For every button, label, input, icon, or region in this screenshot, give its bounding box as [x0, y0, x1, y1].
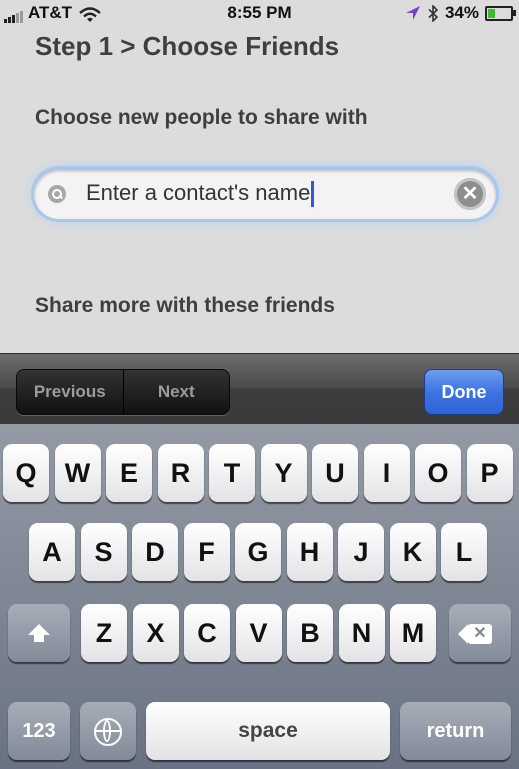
backspace-key[interactable]: ✕ — [449, 604, 511, 662]
keyboard: QWERTYUIOP ASDFGHJKL ✕ ZXCVBNM 123 space… — [0, 424, 519, 769]
keyboard-accessory-toolbar: Previous Next Done — [0, 353, 519, 424]
key-g[interactable]: G — [235, 523, 281, 581]
key-r[interactable]: R — [157, 444, 204, 502]
key-m[interactable]: M — [390, 604, 436, 662]
search-icon — [48, 185, 66, 203]
battery-percent: 34% — [444, 3, 479, 22]
key-h[interactable]: H — [286, 523, 333, 581]
key-l[interactable]: L — [441, 523, 487, 581]
contact-search-field[interactable]: Enter a contact's name ✕ — [34, 169, 496, 219]
key-b[interactable]: B — [287, 604, 333, 662]
key-i[interactable]: I — [363, 444, 410, 502]
backspace-icon: ✕ — [458, 623, 492, 644]
next-button[interactable]: Next — [124, 370, 230, 414]
share-more-heading: Share more with these friends — [35, 294, 335, 317]
return-key[interactable]: return — [400, 702, 511, 760]
key-s[interactable]: S — [80, 523, 127, 581]
key-o[interactable]: O — [415, 444, 461, 502]
choose-new-people-heading: Choose new people to share with — [35, 106, 368, 129]
clear-icon[interactable]: ✕ — [454, 178, 486, 210]
key-f[interactable]: F — [183, 523, 230, 581]
globe-icon — [94, 717, 122, 746]
text-cursor — [311, 181, 315, 208]
key-d[interactable]: D — [132, 523, 178, 581]
page-title: Step 1 > Choose Friends — [35, 31, 340, 61]
contact-search-input[interactable]: Enter a contact's name — [86, 180, 446, 208]
globe-key[interactable] — [80, 702, 136, 760]
numbers-key[interactable]: 123 — [8, 702, 70, 760]
content-area: Step 1 > Choose Friends Choose new peopl… — [0, 26, 519, 353]
key-k[interactable]: K — [389, 523, 436, 581]
key-v[interactable]: V — [235, 604, 282, 662]
key-y[interactable]: Y — [260, 444, 307, 502]
key-x[interactable]: X — [132, 604, 179, 662]
key-a[interactable]: A — [29, 523, 75, 581]
location-arrow-icon — [405, 6, 420, 20]
previous-button[interactable]: Previous — [17, 370, 124, 414]
search-input-text: Enter a contact's name — [86, 180, 311, 205]
space-key[interactable]: space — [146, 702, 390, 760]
battery-icon — [485, 5, 516, 21]
status-right-group: 34% — [405, 3, 516, 23]
shift-key[interactable] — [8, 604, 70, 662]
key-c[interactable]: C — [184, 604, 230, 662]
status-bar: AT&T 8:55 PM 34% — [0, 0, 519, 26]
key-p[interactable]: P — [466, 444, 513, 502]
key-u[interactable]: U — [312, 444, 358, 502]
key-q[interactable]: Q — [3, 444, 49, 502]
previous-next-segmented-control: Previous Next — [16, 369, 230, 415]
bluetooth-icon — [428, 4, 439, 22]
shift-arrow-icon — [28, 624, 50, 643]
key-w[interactable]: W — [54, 444, 101, 502]
key-j[interactable]: J — [338, 523, 384, 581]
key-z[interactable]: Z — [81, 604, 127, 662]
key-e[interactable]: E — [106, 444, 152, 502]
key-n[interactable]: N — [338, 604, 385, 662]
done-button[interactable]: Done — [424, 369, 504, 415]
key-t[interactable]: T — [209, 444, 255, 502]
